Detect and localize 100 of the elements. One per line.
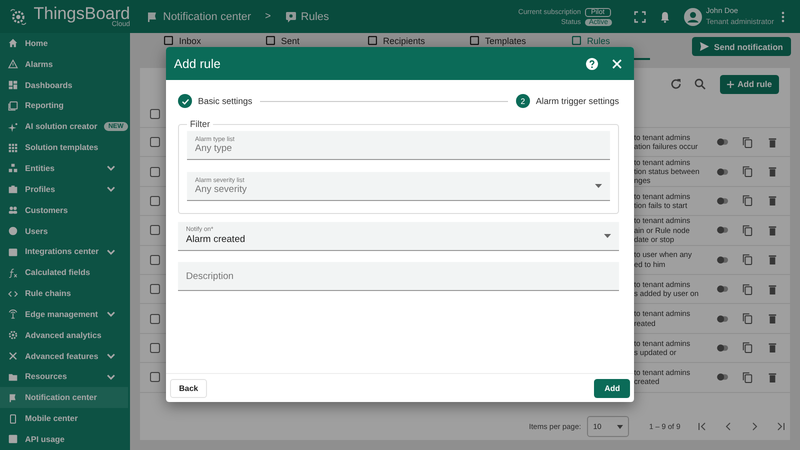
copy-icon[interactable] — [742, 313, 753, 324]
delete-icon[interactable] — [767, 224, 778, 236]
tab-icon — [572, 36, 581, 45]
row-checkbox[interactable] — [150, 372, 160, 382]
back-button[interactable]: Back — [170, 378, 208, 398]
sidebar-item[interactable]: Alarms — [0, 54, 128, 75]
copy-icon[interactable] — [742, 195, 753, 206]
sidebar-item[interactable]: Calculated fields — [0, 262, 128, 284]
toggle-switch[interactable] — [717, 196, 728, 205]
tab[interactable]: Templates — [446, 33, 548, 60]
copy-icon[interactable] — [742, 284, 753, 295]
toggle-switch[interactable] — [717, 373, 728, 382]
delete-icon[interactable] — [767, 254, 778, 266]
delete-icon[interactable] — [767, 372, 778, 383]
select-value: Alarm created — [186, 234, 246, 246]
type-input[interactable]: Any type — [195, 143, 602, 154]
sidebar-item[interactable]: Solution templates — [0, 137, 128, 158]
row-checkbox[interactable] — [150, 166, 160, 177]
select-all-checkbox[interactable] — [150, 108, 160, 118]
row-checkbox[interactable] — [150, 342, 160, 353]
sidebar-item[interactable]: Advanced features — [0, 346, 128, 366]
sidebar-item[interactable]: Home — [0, 33, 128, 54]
home-icon — [8, 38, 18, 48]
dropdown-caret-icon[interactable] — [604, 234, 611, 238]
copy-icon[interactable] — [742, 372, 753, 383]
next-page-icon[interactable] — [750, 422, 760, 431]
copy-icon[interactable] — [742, 254, 753, 266]
delete-icon[interactable] — [767, 136, 778, 148]
add-button[interactable]: Add — [594, 378, 630, 398]
toggle-switch[interactable] — [717, 138, 728, 146]
description-field[interactable]: Description — [178, 262, 619, 291]
copy-icon[interactable] — [742, 224, 753, 236]
delete-icon[interactable] — [767, 195, 778, 206]
breadcrumb-current: Rules — [300, 10, 330, 22]
sidebar-item[interactable]: Notification center — [0, 387, 128, 408]
sidebar-item[interactable]: Profiles — [0, 178, 128, 200]
row-checkbox[interactable] — [150, 254, 160, 265]
chevron-down-icon[interactable] — [106, 372, 116, 382]
dropdown-caret-icon[interactable] — [595, 184, 602, 188]
help-icon[interactable] — [586, 58, 598, 70]
row-checkbox[interactable] — [150, 196, 160, 206]
sidebar-item[interactable]: Reporting — [0, 96, 128, 116]
delete-icon[interactable] — [767, 342, 778, 354]
chevron-down-icon[interactable] — [106, 246, 116, 257]
toggle-switch[interactable] — [717, 168, 728, 176]
row-checkbox[interactable] — [150, 225, 160, 236]
breadcrumb-separator: > — [265, 11, 271, 22]
close-icon[interactable] — [611, 58, 623, 70]
tab[interactable]: Recipients — [344, 33, 446, 60]
delete-icon[interactable] — [767, 166, 778, 178]
sidebar-item[interactable]: Mobile center — [0, 408, 128, 430]
sidebar-item[interactable]: Integrations center — [0, 241, 128, 262]
send-notification-button[interactable]: Send notification — [692, 37, 791, 56]
avatar-icon[interactable] — [684, 8, 702, 26]
copy-icon[interactable] — [742, 136, 753, 148]
send-icon — [700, 42, 710, 51]
delete-icon[interactable] — [767, 284, 778, 295]
chevron-down-icon[interactable] — [106, 309, 116, 320]
sidebar-item[interactable]: Entities — [0, 158, 128, 179]
sidebar-item[interactable]: Rule chains — [0, 283, 128, 304]
tower-icon — [8, 309, 18, 320]
briefcase-icon — [8, 184, 18, 194]
gear-icon — [8, 330, 18, 340]
row-checkbox[interactable] — [150, 314, 160, 324]
delete-icon[interactable] — [767, 313, 778, 324]
copy-icon[interactable] — [742, 166, 753, 178]
sidebar-item[interactable]: API usage — [0, 429, 128, 450]
toggle-switch[interactable] — [717, 285, 728, 294]
fullscreen-icon[interactable] — [634, 10, 646, 22]
step-label[interactable]: Alarm trigger settings — [536, 96, 619, 106]
row-checkbox[interactable] — [150, 137, 160, 148]
sidebar-item[interactable]: Users — [0, 220, 128, 242]
tab[interactable]: Sent — [242, 33, 344, 60]
toggle-switch[interactable] — [717, 256, 728, 264]
plus-icon — [726, 80, 734, 88]
toggle-switch[interactable] — [717, 226, 728, 234]
toggle-switch[interactable] — [717, 344, 728, 352]
last-page-icon[interactable] — [776, 422, 786, 431]
sidebar-item[interactable]: Edge management — [0, 304, 128, 325]
chevron-down-icon[interactable] — [106, 163, 116, 174]
chevron-down-icon[interactable] — [106, 184, 116, 194]
chevron-down-icon[interactable] — [106, 351, 116, 362]
copy-icon[interactable] — [742, 342, 753, 354]
bell-icon[interactable] — [659, 10, 671, 22]
breadcrumb-link[interactable]: Notification center — [163, 10, 252, 22]
tab-icon — [164, 36, 173, 45]
step-label[interactable]: Basic settings — [198, 96, 252, 106]
toggle-switch[interactable] — [717, 314, 728, 323]
severity-input[interactable]: Any severity — [195, 184, 595, 196]
previous-page-icon[interactable] — [724, 422, 734, 431]
step-number: 2 — [516, 94, 530, 108]
search-icon[interactable] — [694, 78, 706, 90]
sidebar-item[interactable]: Advanced analytics — [0, 324, 128, 346]
flag-icon — [8, 392, 18, 403]
sidebar-item[interactable]: Customers — [0, 200, 128, 221]
first-page-icon[interactable] — [698, 422, 708, 431]
refresh-icon[interactable] — [670, 78, 682, 90]
sidebar-item[interactable]: Dashboards — [0, 74, 128, 96]
row-checkbox[interactable] — [150, 284, 160, 294]
add-rule-button[interactable]: Add rule — [720, 74, 779, 94]
